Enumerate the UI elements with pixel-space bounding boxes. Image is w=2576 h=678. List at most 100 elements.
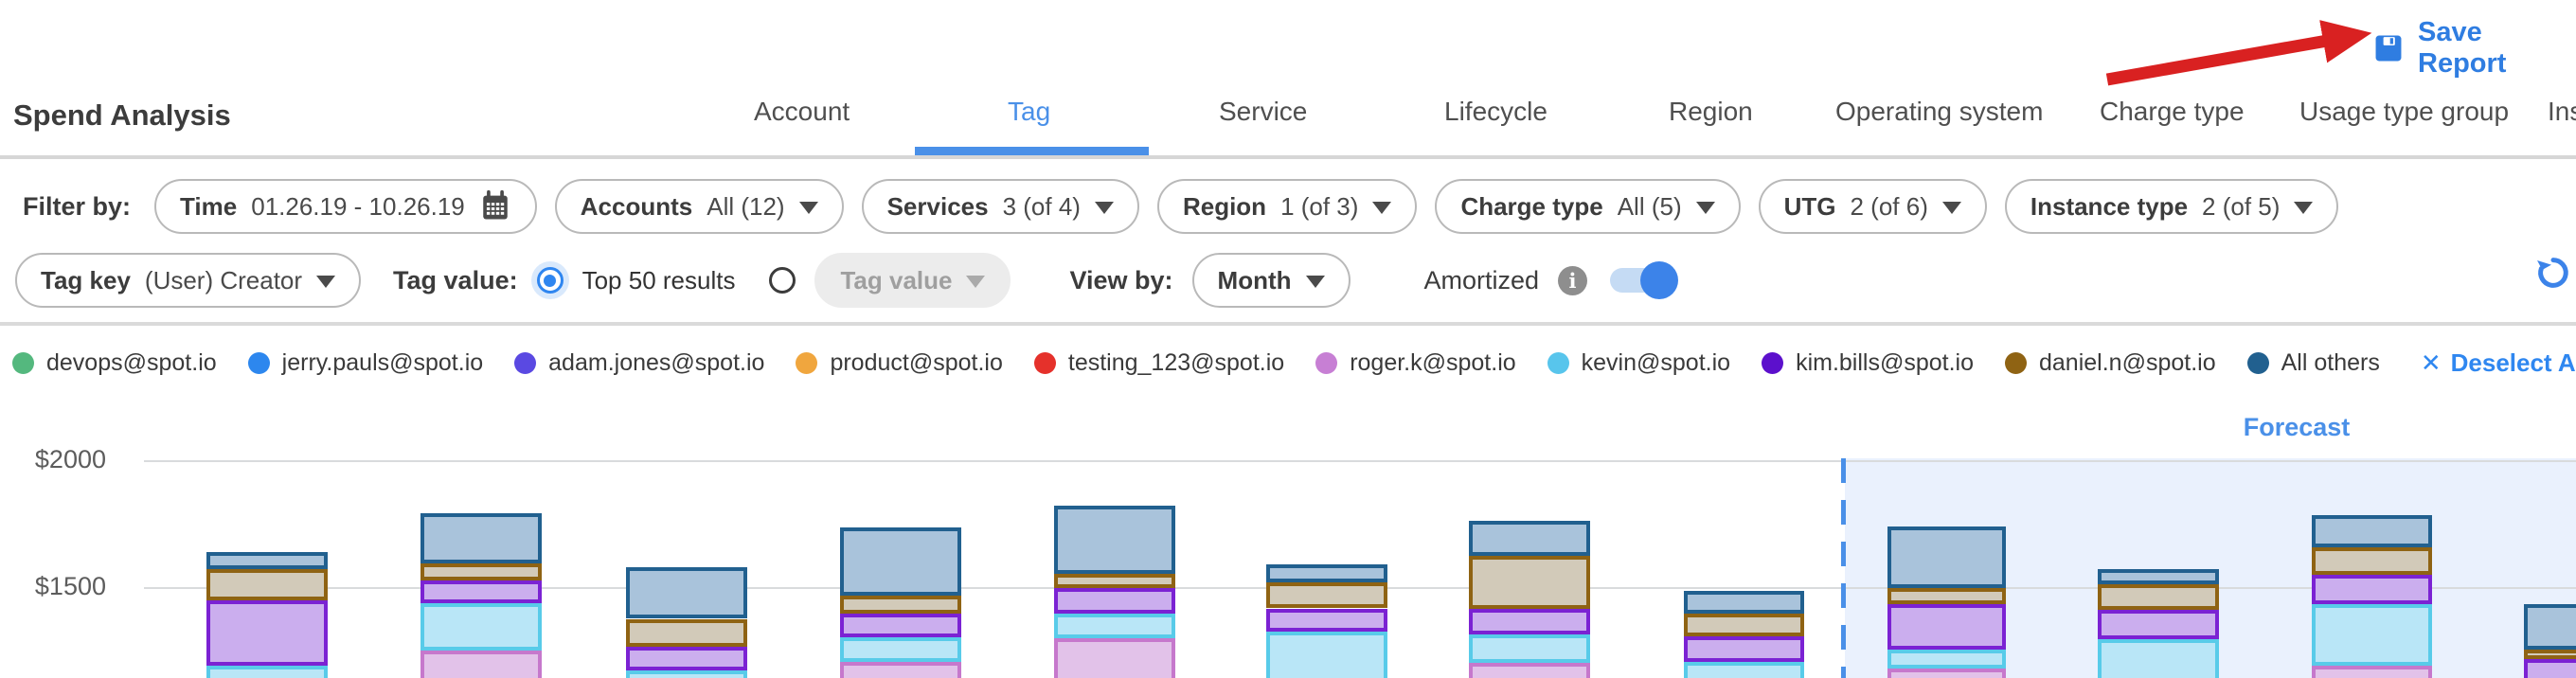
radio-top-50-results[interactable] [537, 267, 564, 294]
legend-item-kim-bills[interactable]: kim.bills@spot.io [1762, 349, 1974, 377]
bar-1-segment-kevin[interactable] [206, 666, 328, 678]
filter-pill-charge-type[interactable]: Charge typeAll (5) [1435, 179, 1740, 234]
bar-5-segment-roger-k[interactable] [1054, 638, 1175, 678]
tab-charge-type[interactable]: Charge type [2100, 97, 2245, 127]
bar-4-segment-kim-bills[interactable] [840, 614, 961, 638]
bar-8-segment-all-others[interactable] [1684, 591, 1804, 614]
bar-4-segment-kevin[interactable] [840, 637, 961, 661]
bar-9-segment-all-others[interactable] [1887, 526, 2006, 588]
amortized-toggle[interactable] [1610, 266, 1673, 294]
bar-6-segment-kim-bills[interactable] [1266, 609, 1387, 633]
bar-4-segment-all-others[interactable] [840, 527, 961, 596]
bar-5-segment-kevin[interactable] [1054, 614, 1175, 638]
filter-pill-services[interactable]: Services3 (of 4) [862, 179, 1139, 234]
bar-6-segment-kevin[interactable] [1266, 632, 1387, 678]
legend-item-all-others[interactable]: All others [2247, 349, 2380, 377]
bar-9-segment-kevin[interactable] [1887, 650, 2006, 669]
filter-pill-utg[interactable]: UTG2 (of 6) [1759, 179, 1987, 234]
tab-region[interactable]: Region [1669, 97, 1753, 127]
legend-item-adam-jones[interactable]: adam.jones@spot.io [514, 349, 764, 377]
bar-11-segment-kevin[interactable] [2312, 604, 2432, 666]
bar-11-segment-kim-bills[interactable] [2312, 575, 2432, 604]
tab-tag[interactable]: Tag [1008, 97, 1050, 127]
bar-2-segment-daniel-n[interactable] [420, 563, 542, 580]
bar-4-segment-roger-k[interactable] [840, 662, 961, 678]
bar-3-segment-kim-bills[interactable] [626, 647, 747, 670]
bar-5-segment-daniel-n[interactable] [1054, 574, 1175, 589]
bar-6-segment-all-others[interactable] [1266, 564, 1387, 582]
tab-account[interactable]: Account [754, 97, 850, 127]
tab-usage-type-group[interactable]: Usage type group [2299, 97, 2509, 127]
tab-lifecycle[interactable]: Lifecycle [1444, 97, 1547, 127]
view-by-month-pill[interactable]: Month [1192, 253, 1351, 308]
save-report-button[interactable]: Save Report [2372, 17, 2576, 80]
radio-tag-value[interactable] [769, 267, 796, 294]
bar-11-segment-all-others[interactable] [2312, 515, 2432, 547]
chevron-down-icon [1306, 276, 1325, 288]
tab-operating-system[interactable]: Operating system [1835, 97, 2043, 127]
close-icon: ✕ [2421, 348, 2442, 378]
deselect-all-button[interactable]: ✕ Deselect All [2421, 348, 2576, 378]
bar-2-segment-kevin[interactable] [420, 603, 542, 651]
bar-12-segment-all-others[interactable] [2524, 604, 2576, 650]
bar-6-segment-daniel-n[interactable] [1266, 582, 1387, 609]
filter-pill-accounts[interactable]: AccountsAll (12) [555, 179, 844, 234]
legend-item-jerry-pauls[interactable]: jerry.pauls@spot.io [248, 349, 484, 377]
legend-item-roger-k[interactable]: roger.k@spot.io [1315, 349, 1515, 377]
bar-10-segment-kevin[interactable] [2098, 639, 2219, 678]
bar-3-segment-all-others[interactable] [626, 567, 747, 619]
bar-3-segment-kevin[interactable] [626, 670, 747, 678]
filter-pill-time[interactable]: Time01.26.19 - 10.26.19 [154, 179, 537, 234]
bar-11-segment-roger-k[interactable] [2312, 666, 2432, 678]
refresh-button[interactable] [2534, 254, 2572, 296]
bar-10-segment-all-others[interactable] [2098, 569, 2219, 584]
bar-1-segment-all-others[interactable] [206, 552, 328, 569]
view-by-label: View by: [1069, 266, 1172, 295]
bar-2-segment-all-others[interactable] [420, 513, 542, 563]
bar-1-segment-daniel-n[interactable] [206, 569, 328, 600]
gridline-2000 [144, 460, 2576, 462]
tag-key-pill[interactable]: Tag key (User) Creator [15, 253, 361, 308]
bar-5-segment-kim-bills[interactable] [1054, 588, 1175, 614]
bar-7-segment-all-others[interactable] [1469, 521, 1590, 556]
save-report-label: Save Report [2418, 17, 2576, 80]
tag-key-value: (User) Creator [145, 266, 302, 295]
bar-8-segment-daniel-n[interactable] [1684, 614, 1804, 635]
bar-4-segment-daniel-n[interactable] [840, 596, 961, 614]
filter-pill-instance-type[interactable]: Instance type2 (of 5) [2005, 179, 2339, 234]
bar-8-segment-kevin[interactable] [1684, 662, 1804, 678]
legend-label: roger.k@spot.io [1350, 349, 1515, 377]
bar-12-segment-kim-bills[interactable] [2524, 659, 2576, 678]
bar-3-segment-daniel-n[interactable] [626, 619, 747, 648]
legend-item-daniel-n[interactable]: daniel.n@spot.io [2005, 349, 2216, 377]
bar-10-segment-daniel-n[interactable] [2098, 584, 2219, 611]
bar-10-segment-kim-bills[interactable] [2098, 610, 2219, 639]
forecast-divider-line [1841, 458, 1846, 678]
legend-dot [514, 352, 536, 374]
legend-item-testing-123[interactable]: testing_123@spot.io [1034, 349, 1284, 377]
filters-divider [0, 322, 2576, 326]
bar-9-segment-daniel-n[interactable] [1887, 588, 2006, 604]
legend-label: kim.bills@spot.io [1796, 349, 1974, 377]
legend-label: kevin@spot.io [1582, 349, 1730, 377]
bar-1-segment-kim-bills[interactable] [206, 600, 328, 666]
legend-item-devops[interactable]: devops@spot.io [12, 349, 217, 377]
legend-item-product[interactable]: product@spot.io [796, 349, 1002, 377]
tab-service[interactable]: Service [1219, 97, 1307, 127]
bar-7-segment-kevin[interactable] [1469, 634, 1590, 663]
bar-5-segment-all-others[interactable] [1054, 506, 1175, 574]
bar-8-segment-kim-bills[interactable] [1684, 636, 1804, 662]
bar-11-segment-daniel-n[interactable] [2312, 547, 2432, 575]
info-icon[interactable]: i [1558, 266, 1587, 295]
filter-pill-region[interactable]: Region1 (of 3) [1157, 179, 1417, 234]
bar-9-segment-roger-k[interactable] [1887, 669, 2006, 678]
legend-item-kevin[interactable]: kevin@spot.io [1547, 349, 1730, 377]
bar-2-segment-kim-bills[interactable] [420, 580, 542, 603]
bar-7-segment-roger-k[interactable] [1469, 663, 1590, 678]
tab-inst[interactable]: Inst [2548, 97, 2576, 127]
bar-9-segment-kim-bills[interactable] [1887, 604, 2006, 650]
bar-7-segment-daniel-n[interactable] [1469, 556, 1590, 609]
bar-12-segment-daniel-n[interactable] [2524, 650, 2576, 659]
bar-2-segment-roger-k[interactable] [420, 651, 542, 678]
bar-7-segment-kim-bills[interactable] [1469, 609, 1590, 634]
